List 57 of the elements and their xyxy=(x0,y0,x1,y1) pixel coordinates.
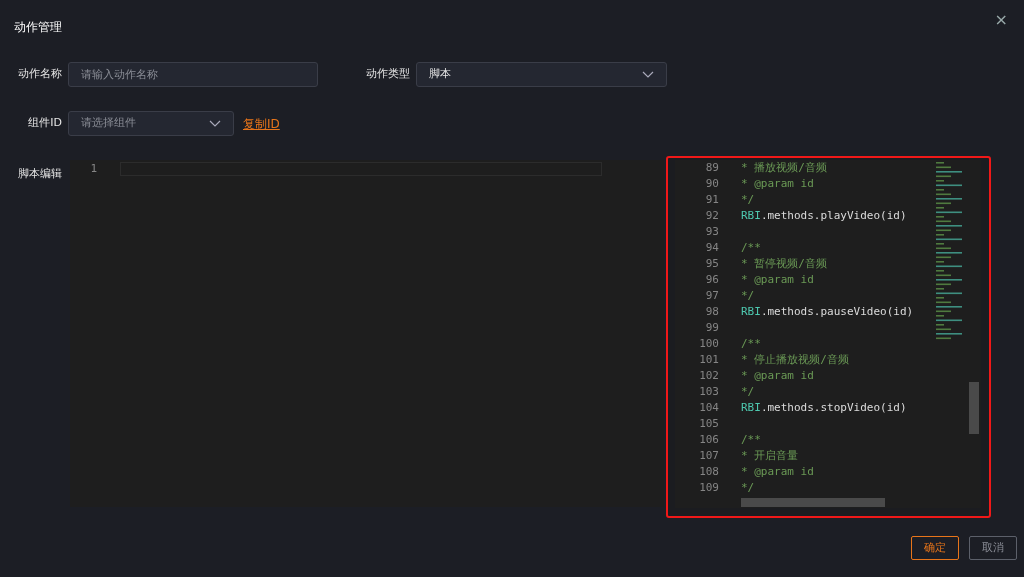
code-line: RBI.methods.playVideo(id) xyxy=(741,208,907,224)
line-number: 98 xyxy=(704,304,719,320)
code-comment: */ xyxy=(741,288,755,304)
line-number: 90 xyxy=(704,176,719,192)
line-number: 108 xyxy=(698,464,719,480)
line-number: 101 xyxy=(698,352,719,368)
code-comment: * 播放视频/音频 xyxy=(741,160,827,176)
copy-id-link[interactable]: 复制ID xyxy=(243,114,280,133)
code-comment: */ xyxy=(741,480,755,496)
line-number: 94 xyxy=(704,240,719,256)
code-line: RBI.methods.stopVideo(id) xyxy=(741,400,907,416)
name-field[interactable]: 请输入动作名称 xyxy=(68,62,318,87)
line-number: 96 xyxy=(704,272,719,288)
code-comment: * 暂停视频/音频 xyxy=(741,256,827,272)
code-comment: * 停止播放视频/音频 xyxy=(741,352,849,368)
line-number: 106 xyxy=(698,432,719,448)
line-number: 99 xyxy=(704,320,719,336)
line-number: 89 xyxy=(704,160,719,176)
line-number: 92 xyxy=(704,208,719,224)
code-editor[interactable]: 1 xyxy=(70,160,664,507)
code-comment: * @param id xyxy=(741,176,814,192)
line-number: 93 xyxy=(704,224,719,240)
code-comment: /** xyxy=(741,336,761,352)
code-comment: */ xyxy=(741,192,755,208)
code-comment: /** xyxy=(741,432,761,448)
close-button[interactable]: × xyxy=(992,12,1010,28)
code-comment: */ xyxy=(741,384,755,400)
field-label: 动作名称 xyxy=(17,66,63,83)
code-comment: /** xyxy=(741,240,761,256)
line-number: 97 xyxy=(704,288,719,304)
line-number: 105 xyxy=(698,416,719,432)
line-number: 103 xyxy=(698,384,719,400)
code-comment: * 开启音量 xyxy=(741,448,799,464)
cancel-button[interactable]: 取消 xyxy=(969,536,1017,560)
code-comment: * @param id xyxy=(741,272,814,288)
line-number: 1 xyxy=(89,161,97,177)
code-comment: * @param id xyxy=(741,464,814,480)
field-label: 脚本编辑 xyxy=(17,166,63,182)
field-label: 组件ID xyxy=(27,115,63,132)
line-number: 91 xyxy=(704,192,719,208)
code-line: RBI.methods.pauseVideo(id) xyxy=(741,304,914,320)
line-number: 107 xyxy=(698,448,719,464)
horizontal-scrollbar-thumb[interactable] xyxy=(741,498,885,507)
line-number: 100 xyxy=(698,336,719,352)
line-number: 104 xyxy=(698,400,719,416)
line-number: 95 xyxy=(704,256,719,272)
code-comment: * @param id xyxy=(741,368,814,384)
line-number: 102 xyxy=(698,368,719,384)
chevron-down-icon xyxy=(642,71,654,78)
field-label: 动作类型 xyxy=(365,66,411,83)
line-number: 109 xyxy=(698,480,719,496)
confirm-button[interactable]: 确定 xyxy=(911,536,959,560)
dialog-title: 动作管理 xyxy=(14,19,62,36)
component-select[interactable]: 请选择组件 xyxy=(68,111,234,136)
type-select[interactable]: 脚本 xyxy=(416,62,667,87)
chevron-down-icon xyxy=(209,120,221,127)
vertical-scrollbar-thumb[interactable] xyxy=(969,382,979,434)
